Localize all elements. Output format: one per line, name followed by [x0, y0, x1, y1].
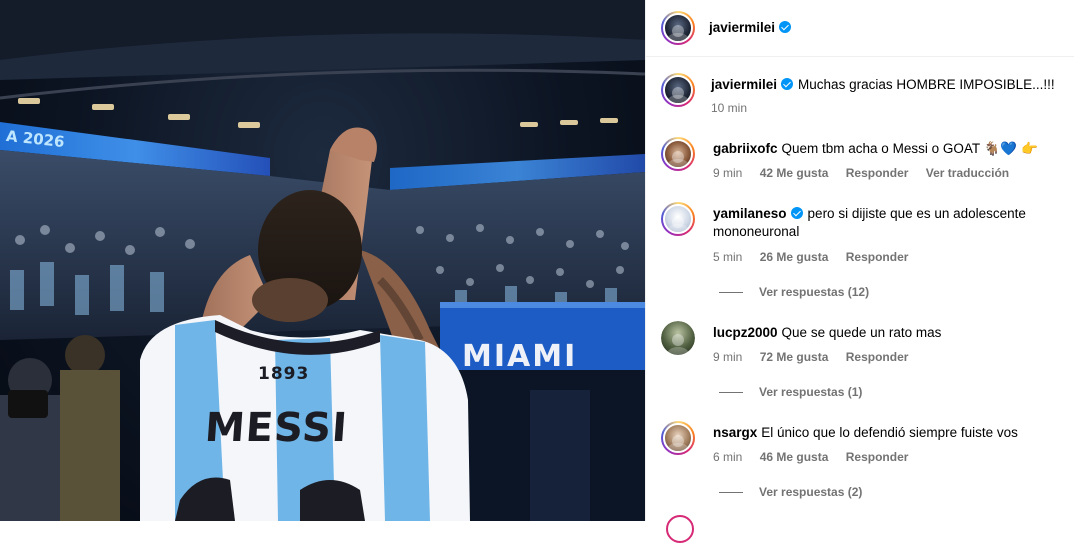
reply-button[interactable]: Responder	[846, 450, 909, 464]
comment-avatar[interactable]	[661, 321, 695, 355]
comment-likes[interactable]: 42 Me gusta	[760, 166, 829, 180]
view-replies-label[interactable]: Ver respuestas (2)	[759, 485, 862, 499]
comment-text: lucpz2000 Que se quede un rato mas	[713, 324, 1063, 342]
comment-meta: 9 min 42 Me gusta Responder Ver traducci…	[713, 166, 1023, 180]
author-avatar[interactable]	[661, 11, 695, 45]
comment-body: Que se quede un rato mas	[781, 325, 942, 340]
caption-avatar[interactable]	[661, 73, 695, 107]
post-photo[interactable]: A 2026 1893 MESSI MIAMI	[0, 0, 645, 521]
author-username[interactable]: javiermilei	[709, 20, 792, 35]
comment-username[interactable]: yamilaneso	[713, 206, 787, 221]
stadium-sign: MIAMI	[462, 339, 578, 374]
goat-emoji-icon: 🐐	[983, 141, 1001, 156]
caption-time: 10 min	[711, 101, 748, 115]
view-replies-button[interactable]: Ver respuestas (12)	[719, 285, 869, 299]
comment-body: Quem tbm acha o Messi o GOAT	[781, 141, 980, 156]
verified-badge-icon	[790, 207, 803, 219]
comment-username[interactable]: gabriixofc	[713, 141, 778, 156]
comment-avatar[interactable]	[661, 421, 695, 455]
replies-divider	[719, 492, 743, 494]
comment-avatar[interactable]	[661, 202, 695, 236]
comment-text: gabriixofc Quem tbm acha o Messi o GOAT 🐐…	[713, 140, 1063, 158]
view-replies-label[interactable]: Ver respuestas (1)	[759, 385, 862, 399]
caption-meta: 10 min	[711, 101, 761, 115]
replies-divider	[719, 392, 743, 394]
comment-time: 9 min	[713, 350, 743, 364]
comment-meta: 9 min 72 Me gusta Responder	[713, 350, 922, 364]
author-username-text[interactable]: javiermilei	[709, 20, 775, 35]
comment-text: nsargx El único que lo defendió siempre f…	[713, 424, 1063, 442]
reply-button[interactable]: Responder	[846, 350, 909, 364]
pointing-hand-emoji-icon: 👉	[1021, 141, 1038, 156]
comment-username[interactable]: nsargx	[713, 425, 757, 440]
comment-time: 6 min	[713, 450, 743, 464]
comment-time: 9 min	[713, 166, 743, 180]
view-replies-button[interactable]: Ver respuestas (1)	[719, 385, 862, 399]
jersey-number: 1893	[258, 364, 310, 384]
caption-text: javiermilei Muchas gracias HOMBRE IMPOSIB…	[711, 76, 1061, 94]
comment-avatar[interactable]	[666, 515, 694, 543]
comments-panel: javiermilei javiermilei Muchas gracias HO…	[645, 0, 1074, 543]
reply-button[interactable]: Responder	[846, 250, 909, 264]
jersey-name: MESSI	[203, 405, 350, 451]
view-replies-button[interactable]: Ver respuestas (2)	[719, 485, 862, 499]
caption-username[interactable]: javiermilei	[711, 77, 777, 92]
comment-text: yamilaneso pero si dijiste que es un adol…	[713, 205, 1063, 241]
comment-avatar[interactable]	[661, 137, 695, 171]
comment-meta: 6 min 46 Me gusta Responder	[713, 450, 922, 464]
comment-likes[interactable]: 26 Me gusta	[760, 250, 829, 264]
translate-button[interactable]: Ver traducción	[926, 166, 1009, 180]
comment-body: El único que lo defendió siempre fuiste …	[761, 425, 1018, 440]
caption-body: Muchas gracias HOMBRE IMPOSIBLE...!!!	[798, 77, 1055, 92]
comment-time: 5 min	[713, 250, 743, 264]
view-replies-label[interactable]: Ver respuestas (12)	[759, 285, 869, 299]
comment-likes[interactable]: 72 Me gusta	[760, 350, 829, 364]
blue-heart-emoji-icon: 💙	[1000, 141, 1018, 156]
comment-username[interactable]: lucpz2000	[713, 325, 778, 340]
post-header: javiermilei	[646, 0, 1074, 57]
verified-badge-icon	[781, 78, 794, 90]
reply-button[interactable]: Responder	[846, 166, 909, 180]
verified-badge-icon	[779, 21, 792, 33]
replies-divider	[719, 292, 743, 294]
comment-meta: 5 min 26 Me gusta Responder	[713, 250, 922, 264]
comment-likes[interactable]: 46 Me gusta	[760, 450, 829, 464]
